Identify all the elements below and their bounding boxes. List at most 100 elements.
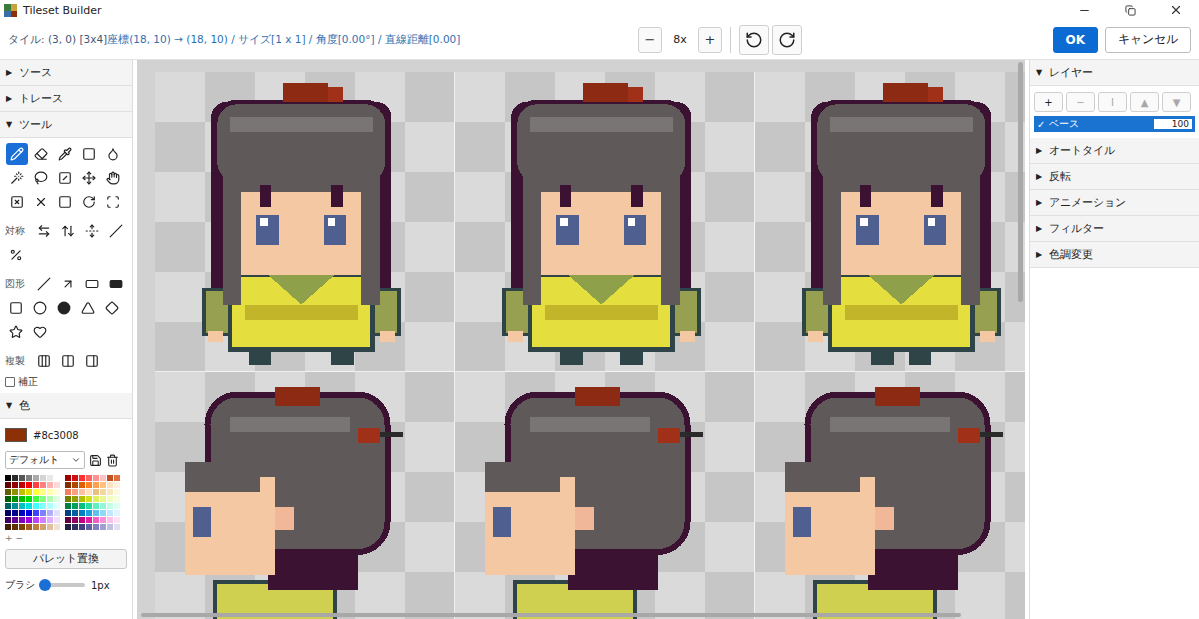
palette-swatch[interactable] [54, 524, 60, 530]
palette-swatch[interactable] [5, 510, 11, 516]
layer-button[interactable]: ▲ [1130, 92, 1159, 112]
eraser-tool[interactable] [30, 143, 52, 165]
palette-swatch[interactable] [47, 496, 53, 502]
palette-swatch[interactable] [65, 517, 71, 523]
filled-rectangle-button[interactable] [105, 273, 127, 295]
layer-button[interactable]: + [1034, 92, 1063, 112]
palette-swatch[interactable] [12, 496, 18, 502]
palette-control[interactable]: − [16, 533, 24, 543]
duplicate-side-button[interactable] [81, 350, 103, 372]
tools-header[interactable]: ▼ツール [0, 112, 132, 138]
layer-item[interactable]: ✓ベース100 [1034, 116, 1195, 132]
brush-slider[interactable] [41, 583, 85, 587]
triangle-button[interactable] [77, 297, 99, 319]
palette-swatch[interactable] [65, 482, 71, 488]
palette-swatch[interactable] [19, 482, 25, 488]
palette-swatch[interactable] [114, 524, 120, 530]
palette-swatch[interactable] [100, 503, 106, 509]
slider-thumb[interactable] [39, 579, 51, 591]
palette-swatch[interactable] [93, 496, 99, 502]
tile[interactable] [155, 372, 455, 619]
palette-swatch[interactable] [47, 517, 53, 523]
palette-swatch[interactable] [107, 482, 113, 488]
palette-swatch[interactable] [33, 503, 39, 509]
zoom-in-button[interactable]: + [698, 27, 722, 53]
palette-swatch[interactable] [93, 503, 99, 509]
palette-swatch[interactable] [26, 496, 32, 502]
palette-swatch[interactable] [47, 503, 53, 509]
palette-swatch[interactable] [79, 517, 85, 523]
rectangle-button[interactable] [81, 273, 103, 295]
palette-swatch[interactable] [12, 510, 18, 516]
palette-swatch[interactable] [54, 503, 60, 509]
palette-swatch[interactable] [114, 489, 120, 495]
palette-swatch[interactable] [54, 496, 60, 502]
palette-swatch[interactable] [19, 489, 25, 495]
crop-tool[interactable] [54, 191, 76, 213]
palette-swatch[interactable] [65, 510, 71, 516]
mirror-anti-diagonal-button[interactable] [5, 244, 27, 266]
palette-swatch[interactable] [65, 496, 71, 502]
palette-swatch[interactable] [40, 475, 46, 481]
palette-swatch[interactable] [79, 510, 85, 516]
palette-swatch[interactable] [40, 517, 46, 523]
palette-swatch[interactable] [93, 510, 99, 516]
palette-swatch[interactable] [100, 496, 106, 502]
section-header[interactable]: ▶反転 [1030, 164, 1199, 190]
mirror-center-button[interactable] [81, 220, 103, 242]
palette-swatch[interactable] [19, 503, 25, 509]
palette-swatch[interactable] [86, 503, 92, 509]
palette-swatch[interactable] [5, 517, 11, 523]
palette-control[interactable]: + [5, 533, 13, 543]
palette-swatch[interactable] [107, 524, 113, 530]
palette-swatch[interactable] [79, 496, 85, 502]
clear-tool[interactable] [6, 191, 28, 213]
palette-swatch[interactable] [72, 524, 78, 530]
palette-swatch[interactable] [12, 475, 18, 481]
palette-swatch[interactable] [79, 489, 85, 495]
palette-swatch[interactable] [40, 510, 46, 516]
tile[interactable] [755, 72, 1025, 372]
palette-swatch[interactable] [12, 517, 18, 523]
horizontal-scrollbar[interactable] [141, 613, 961, 617]
tile[interactable] [155, 72, 455, 372]
move-tool[interactable] [78, 167, 100, 189]
layer-button[interactable]: ▼ [1162, 92, 1191, 112]
section-header[interactable]: ▶アニメーション [1030, 190, 1199, 216]
palette-swatch[interactable] [5, 489, 11, 495]
pencil-tool[interactable] [6, 143, 28, 165]
palette-swatch[interactable] [100, 475, 106, 481]
palette-swatch[interactable] [107, 510, 113, 516]
palette-swatch[interactable] [19, 510, 25, 516]
palette-swatch[interactable] [47, 482, 53, 488]
palette-swatch[interactable] [26, 524, 32, 530]
palette-swatch[interactable] [114, 510, 120, 516]
palette-swatch[interactable] [72, 510, 78, 516]
palette-swatch[interactable] [40, 496, 46, 502]
palette-swatch[interactable] [114, 475, 120, 481]
palette-swatch[interactable] [93, 489, 99, 495]
palette-swatch[interactable] [86, 510, 92, 516]
palette-swatch[interactable] [54, 517, 60, 523]
transform-tool[interactable] [102, 191, 124, 213]
rectangle-select-tool[interactable] [78, 143, 100, 165]
palette-swatch[interactable] [40, 524, 46, 530]
palette-swatch[interactable] [65, 524, 71, 530]
layer-button[interactable]: − [1066, 92, 1095, 112]
palette-swatch[interactable] [33, 510, 39, 516]
cancel-button[interactable]: キャンセル [1105, 27, 1191, 53]
palette-swatch[interactable] [72, 475, 78, 481]
undo-button[interactable] [739, 25, 769, 55]
palette-swatch[interactable] [79, 524, 85, 530]
palette-swatch[interactable] [72, 489, 78, 495]
gradient-tool[interactable] [54, 167, 76, 189]
arrow-button[interactable] [57, 273, 79, 295]
pipette-tool[interactable] [54, 143, 76, 165]
palette-swatch[interactable] [100, 489, 106, 495]
lasso-tool[interactable] [30, 167, 52, 189]
section-header[interactable]: ▶色調変更 [1030, 242, 1199, 268]
hand-tool[interactable] [102, 167, 124, 189]
palette-swatch[interactable] [72, 496, 78, 502]
palette-swatch[interactable] [47, 510, 53, 516]
palette-swatch[interactable] [33, 524, 39, 530]
